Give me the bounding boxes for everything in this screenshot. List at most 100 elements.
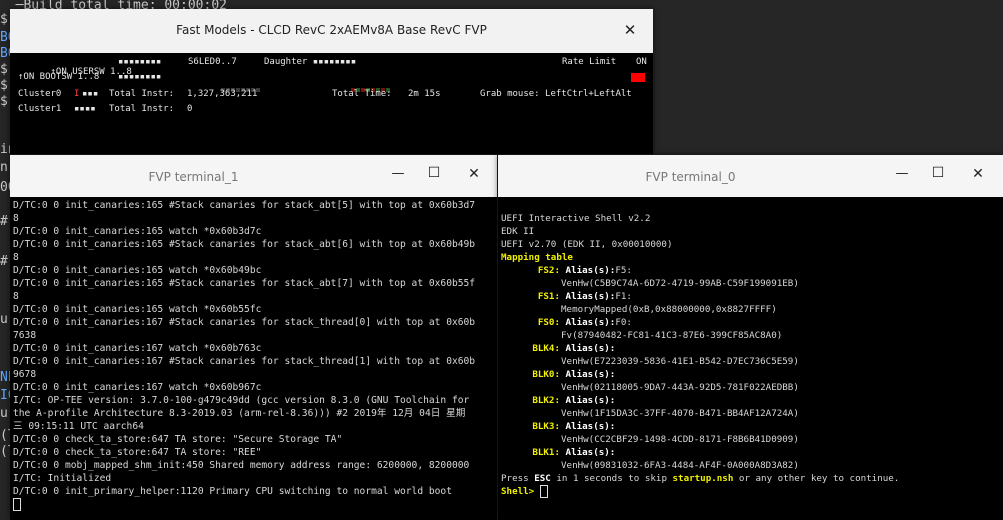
mapping-entry: BLK2: Alias(s): — [501, 394, 1000, 407]
close-button[interactable]: ✕ — [615, 21, 645, 39]
mapping-entry: BLK3: Alias(s): — [501, 420, 1000, 433]
window-title: Fast Models - CLCD RevC 2xAEMv8A Base Re… — [176, 23, 487, 37]
mapping-name: FS0: — [537, 317, 560, 328]
terminal-0-titlebar[interactable]: FVP terminal_0 — ☐ ✕ — [498, 155, 1003, 197]
alias-value: F0: — [615, 317, 632, 328]
log-line: D/TC:0 0 init_canaries:165 #Stack canari… — [13, 278, 476, 289]
total-time-value: 2m 15s — [408, 89, 441, 99]
window-title: FVP terminal_1 — [148, 170, 239, 184]
daughter-label: Daughter ▪▪▪▪▪▪▪▪ — [264, 57, 357, 67]
cluster0-label: Cluster0 — [18, 89, 62, 99]
fvp-terminal-0-window: FVP terminal_0 — ☐ ✕ UEFI Interactive Sh… — [498, 155, 1003, 520]
mapping-table-title: Mapping table — [501, 252, 573, 263]
alias-label: Alias(s): — [560, 447, 616, 458]
startup-prompt: Press ESC in 1 seconds to skip startup.n… — [501, 472, 1000, 485]
mapping-entry: FS2: Alias(s):F5: — [501, 264, 1000, 277]
close-button[interactable]: ✕ — [459, 166, 489, 182]
mapping-entry: FS1: Alias(s):F1: — [501, 290, 1000, 303]
log-line: D/TC:0 0 init_canaries:165 #Stack canari… — [13, 239, 476, 250]
device-path: VenHw(C5B9C74A-6D72-4719-99AB-C59F199091… — [561, 278, 799, 289]
log-line: I/TC: Initialized — [13, 473, 112, 484]
log-line: 8 — [13, 291, 19, 302]
background-line: # — [0, 214, 8, 229]
device-path: MemoryMapped(0xB,0x88000000,0x8827FFFF) — [561, 304, 777, 315]
cluster0-cores: ▪▪▪ — [82, 89, 99, 99]
prompt-text: in 1 seconds to skip — [550, 473, 673, 484]
rate-limit-state: ON — [636, 57, 647, 67]
log-line: 8 — [13, 213, 19, 224]
minimize-button[interactable]: — — [887, 166, 917, 181]
log-line: D/TC:0 0 mobj_mapped_shm_init:450 Shared… — [13, 460, 470, 471]
mapping-name: BLK1: — [532, 447, 560, 458]
alias-label: Alias(s): — [560, 291, 616, 302]
shell-prompt: Shell> — [501, 486, 540, 497]
close-button[interactable]: ✕ — [963, 166, 993, 182]
device-path: VenHw(CC2CBF29-1498-4CDD-8171-F8B6B41D09… — [561, 434, 799, 445]
esc-key: ESC — [534, 473, 551, 484]
background-line: # — [0, 254, 8, 269]
cluster1-instr-label: Total Instr: — [109, 104, 175, 114]
cursor-block — [13, 498, 21, 511]
log-line: 9678 — [13, 369, 37, 380]
rate-limit-label: Rate Limit — [562, 57, 617, 67]
log-line: D/TC:0 0 init_canaries:165 watch *0x60b4… — [13, 265, 262, 276]
cluster1-label: Cluster1 — [18, 104, 62, 114]
log-line: D/TC:0 0 init_primary_helper:1120 Primar… — [13, 486, 452, 497]
bootsw-label: ↑ON BOOTSW 1..8 — [18, 72, 100, 82]
log-line: D/TC:0 0 check_ta_store:647 TA store: "R… — [13, 447, 262, 458]
log-line: D/TC:0 0 init_canaries:167 #Stack canari… — [13, 317, 476, 328]
log-line: I/TC: OP-TEE version: 3.7.0-100-g479c49d… — [13, 395, 470, 406]
background-line: $ — [0, 62, 8, 77]
fast-models-window: Fast Models - CLCD RevC 2xAEMv8A Base Re… — [10, 9, 653, 154]
usersw-switches[interactable]: ▪▪▪▪▪▪▪▪ — [118, 57, 161, 67]
bootsw-switches[interactable]: ▪▪▪▪▪▪▪▪ — [118, 72, 161, 82]
shell-header-line: EDK II — [501, 226, 535, 237]
window-title: FVP terminal_0 — [645, 170, 736, 184]
alias-value: F1: — [615, 291, 632, 302]
mapping-entry: BLK0: Alias(s): — [501, 368, 1000, 381]
maximize-button[interactable]: ☐ — [419, 165, 449, 181]
terminal-1-titlebar[interactable]: FVP terminal_1 — ☐ ✕ — [10, 155, 497, 197]
cluster0-instr-label: Total Instr: — [109, 89, 175, 99]
cluster0-instr-value: 1,327,363,211 — [187, 89, 258, 99]
mapping-name: FS1: — [537, 291, 560, 302]
alias-label: Alias(s): — [560, 421, 616, 432]
prompt-text: or any other key to continue. — [733, 473, 900, 484]
log-line: D/TC:0 0 init_canaries:165 watch *0x60b5… — [13, 304, 262, 315]
alias-label: Alias(s): — [560, 317, 616, 328]
log-line: D/TC:0 0 init_canaries:167 watch *0x60b7… — [13, 343, 262, 354]
device-path: Fv(87940482-FC81-41C3-87E6-399CF85AC8A0) — [561, 330, 783, 341]
startup-script-name: startup.nsh — [672, 473, 734, 484]
s6led-label: S6LED0..7 — [188, 57, 237, 67]
mapping-name: BLK3: — [532, 421, 560, 432]
terminal-1-output[interactable]: D/TC:0 0 init_canaries:165 #Stack canari… — [10, 197, 497, 520]
rate-limit-toggle[interactable] — [631, 73, 645, 82]
grab-mouse-hint: Grab mouse: LeftCtrl+LeftAlt — [480, 89, 632, 99]
alias-label: Alias(s): — [560, 265, 616, 276]
log-line: D/TC:0 0 init_canaries:165 watch *0x60b3… — [13, 226, 262, 237]
fast-models-titlebar[interactable]: Fast Models - CLCD RevC 2xAEMv8A Base Re… — [10, 9, 653, 53]
shell-header-line: UEFI v2.70 (EDK II, 0x00010000) — [501, 239, 673, 250]
shell-prompt-line[interactable]: Shell> — [501, 485, 1000, 498]
device-path: VenHw(09831032-6FA3-4484-AF4F-0A000A8D3A… — [561, 460, 799, 471]
mapping-name: BLK2: — [532, 395, 560, 406]
terminal-cursor — [13, 498, 494, 512]
mapping-name: FS2: — [537, 265, 560, 276]
mapping-name: BLK4: — [532, 343, 560, 354]
log-line: 三 09:15:11 UTC aarch64 — [13, 421, 144, 432]
fast-models-panel: ↑ON USERSW 1..8 ▪▪▪▪▪▪▪▪ S6LED0..7 Daugh… — [10, 53, 653, 154]
background-line: $ — [0, 12, 8, 27]
fvp-terminal-1-window: FVP terminal_1 — ☐ ✕ D/TC:0 0 init_canar… — [10, 155, 497, 520]
mapping-entry: BLK1: Alias(s): — [501, 446, 1000, 459]
cluster1-cores: ▪▪▪▪ — [74, 104, 96, 114]
mapping-entry: BLK4: Alias(s): — [501, 342, 1000, 355]
alias-value: F5: — [615, 265, 632, 276]
mapping-name: BLK0: — [532, 369, 560, 380]
maximize-button[interactable]: ☐ — [923, 165, 953, 181]
minimize-button[interactable]: — — [383, 166, 413, 181]
background-line: $ — [0, 94, 8, 109]
uefi-shell-output[interactable]: UEFI Interactive Shell v2.2 EDK II UEFI v2… — [498, 197, 1003, 520]
alias-label: Alias(s): — [560, 369, 616, 380]
device-path: VenHw(02118005-9DA7-443A-92D5-781F022AED… — [561, 382, 799, 393]
